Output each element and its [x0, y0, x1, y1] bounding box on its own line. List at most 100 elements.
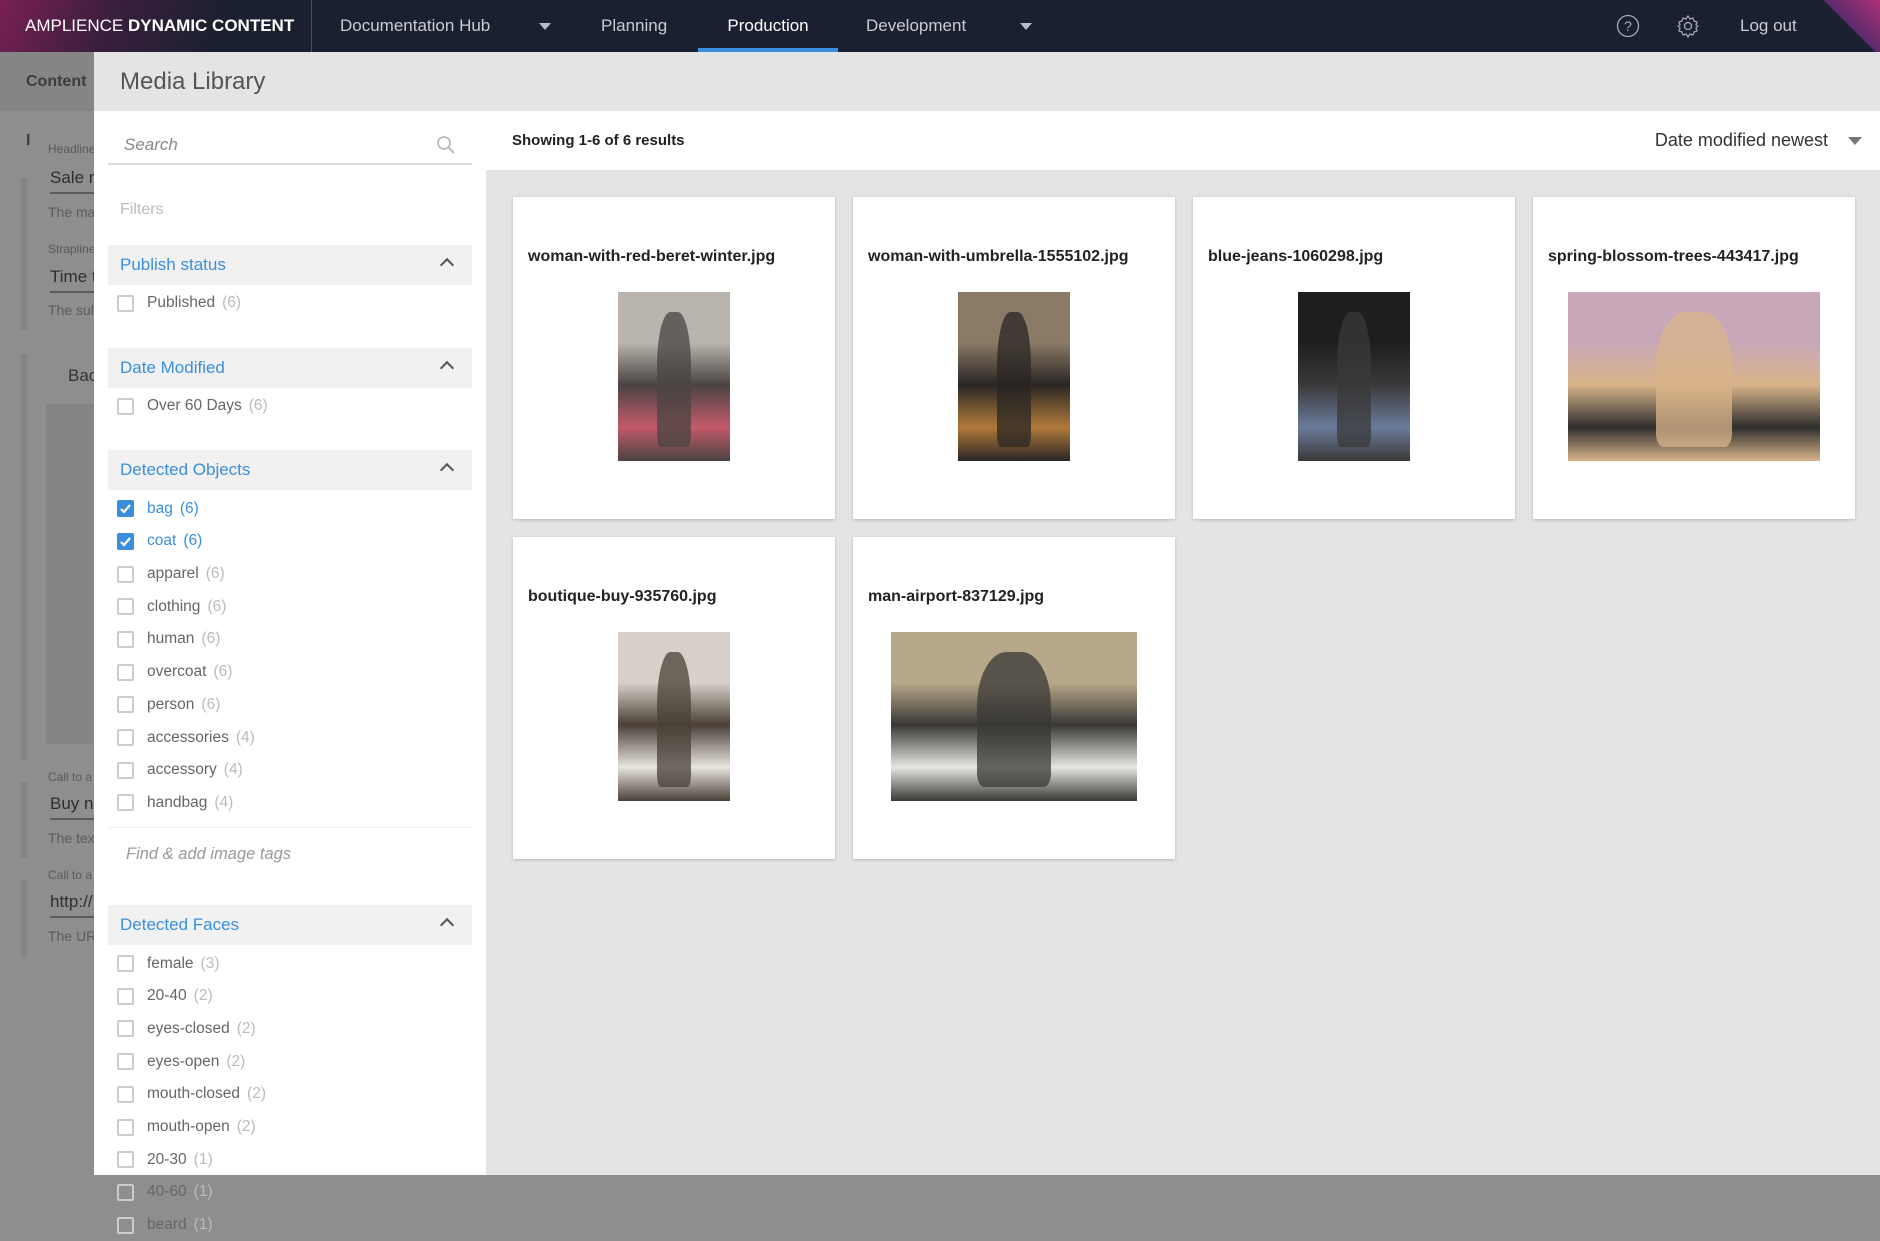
option-count: (2) [247, 1085, 266, 1103]
tag-search-input[interactable]: Find & add image tags [108, 827, 472, 883]
search-icon[interactable] [436, 135, 456, 155]
checkbox[interactable] [117, 1085, 134, 1103]
asset-thumbnail[interactable] [958, 292, 1070, 461]
filter-option[interactable]: bag (6) [108, 492, 472, 525]
checkbox[interactable] [117, 565, 134, 583]
brand-decoration [1820, 0, 1880, 52]
filter-option[interactable]: eyes-closed (2) [108, 1013, 472, 1046]
filter-section-header[interactable]: Detected Faces [108, 905, 472, 946]
checkbox[interactable] [117, 1216, 134, 1234]
help-icon[interactable]: ? [1616, 14, 1640, 38]
filter-option[interactable]: Over 60 Days (6) [108, 390, 472, 423]
gear-icon[interactable] [1676, 14, 1700, 38]
filter-option[interactable]: 40-60 (1) [108, 1176, 472, 1209]
checkbox[interactable] [117, 1118, 134, 1136]
filter-option[interactable]: person (6) [108, 689, 472, 722]
option-count: (2) [236, 1019, 256, 1037]
checkbox[interactable] [117, 397, 134, 415]
checkbox[interactable] [117, 794, 134, 812]
checkbox[interactable] [117, 1020, 134, 1038]
option-count: (6) [222, 294, 242, 312]
development-dropdown-icon[interactable] [1020, 23, 1032, 30]
filter-section-header[interactable]: Detected Objects [108, 450, 472, 491]
filter-option[interactable]: mouth-closed (2) [108, 1078, 472, 1111]
asset-card[interactable]: spring-blossom-trees-443417.jpg [1533, 197, 1855, 519]
checkbox[interactable] [117, 532, 134, 550]
filter-option[interactable]: coat (6) [108, 525, 472, 558]
option-count: (6) [248, 397, 268, 415]
chevron-up-icon[interactable] [439, 360, 455, 375]
nav-planning[interactable]: Planning [601, 0, 667, 52]
search-input[interactable]: Search [108, 125, 472, 165]
sort-select[interactable]: Date modified newest [1655, 111, 1828, 170]
option-count: (4) [235, 728, 255, 746]
filter-option[interactable]: Published (6) [108, 287, 472, 320]
checkbox[interactable] [117, 663, 134, 681]
bg-label: Headline [48, 142, 94, 156]
option-label: eyes-closed [147, 1019, 230, 1037]
checkbox[interactable] [117, 1183, 134, 1201]
chevron-up-icon[interactable] [439, 918, 455, 933]
filter-option[interactable]: female (3) [108, 947, 472, 980]
chevron-up-icon[interactable] [439, 257, 455, 273]
filter-option[interactable]: beard (1) [108, 1209, 472, 1241]
nav-production[interactable]: Production [698, 0, 838, 52]
filter-section-header[interactable]: Publish status [108, 245, 472, 285]
filter-option[interactable]: accessories (4) [108, 721, 472, 754]
checkbox[interactable] [117, 987, 134, 1005]
filter-option[interactable]: accessory (4) [108, 754, 472, 787]
option-label: eyes-open [147, 1052, 220, 1070]
logout-link[interactable]: Log out [1740, 0, 1797, 52]
sort-dropdown-icon[interactable] [1848, 137, 1862, 145]
filter-section-header[interactable]: Date Modified [108, 347, 472, 388]
filter-option[interactable]: mouth-open (2) [108, 1111, 472, 1144]
checkbox[interactable] [117, 955, 134, 973]
checkbox[interactable] [117, 729, 134, 747]
asset-thumbnail[interactable] [1568, 292, 1820, 461]
check-icon [120, 504, 131, 514]
option-label: beard [147, 1216, 187, 1234]
asset-card[interactable]: man-airport-837129.jpg [853, 537, 1175, 859]
option-label: overcoat [147, 663, 207, 681]
option-count: (6) [213, 663, 233, 681]
checkbox[interactable] [117, 598, 134, 616]
asset-card[interactable]: blue-jeans-1060298.jpg [1193, 197, 1515, 519]
option-count: (6) [201, 695, 221, 713]
filter-option[interactable]: 20-40 (2) [108, 980, 472, 1013]
option-count: (6) [205, 565, 225, 583]
filter-option[interactable]: clothing (6) [108, 590, 472, 623]
checkbox[interactable] [117, 1053, 134, 1071]
hub-dropdown-icon[interactable] [539, 23, 551, 30]
asset-card[interactable]: woman-with-umbrella-1555102.jpg [853, 197, 1175, 519]
filter-option[interactable]: eyes-open (2) [108, 1045, 472, 1078]
option-label: human [147, 630, 195, 648]
filter-option[interactable]: handbag (4) [108, 787, 472, 820]
filter-option[interactable]: overcoat (6) [108, 656, 472, 689]
checkbox[interactable] [117, 500, 134, 518]
filters-label: Filters [120, 201, 164, 218]
asset-thumbnail[interactable] [1298, 292, 1410, 461]
checkbox[interactable] [117, 696, 134, 714]
filter-option[interactable]: 20-30 (1) [108, 1143, 472, 1176]
asset-card[interactable]: woman-with-red-beret-winter.jpg [513, 197, 835, 519]
logo[interactable]: AMPLIENCE DYNAMIC CONTENT [0, 0, 312, 52]
asset-thumbnail[interactable] [891, 632, 1137, 801]
check-icon [120, 537, 131, 547]
asset-card[interactable]: boutique-buy-935760.jpg [513, 537, 835, 859]
bg-value: Buy n [50, 794, 94, 820]
asset-thumbnail[interactable] [618, 632, 730, 801]
checkbox[interactable] [117, 630, 134, 648]
chevron-up-icon[interactable] [439, 463, 455, 478]
filter-option[interactable]: apparel (6) [108, 558, 472, 591]
bg-help: The sul [48, 302, 94, 318]
checkbox[interactable] [117, 761, 134, 779]
checkbox[interactable] [117, 294, 134, 312]
bg-help: The UR [48, 928, 94, 944]
bg-help: The tex [48, 830, 94, 846]
filter-option[interactable]: human (6) [108, 623, 472, 656]
section-title: Date Modified [120, 357, 225, 377]
hub-selector[interactable]: Documentation Hub [340, 0, 490, 52]
checkbox[interactable] [117, 1151, 134, 1169]
nav-development[interactable]: Development [866, 0, 966, 52]
asset-thumbnail[interactable] [618, 292, 730, 461]
